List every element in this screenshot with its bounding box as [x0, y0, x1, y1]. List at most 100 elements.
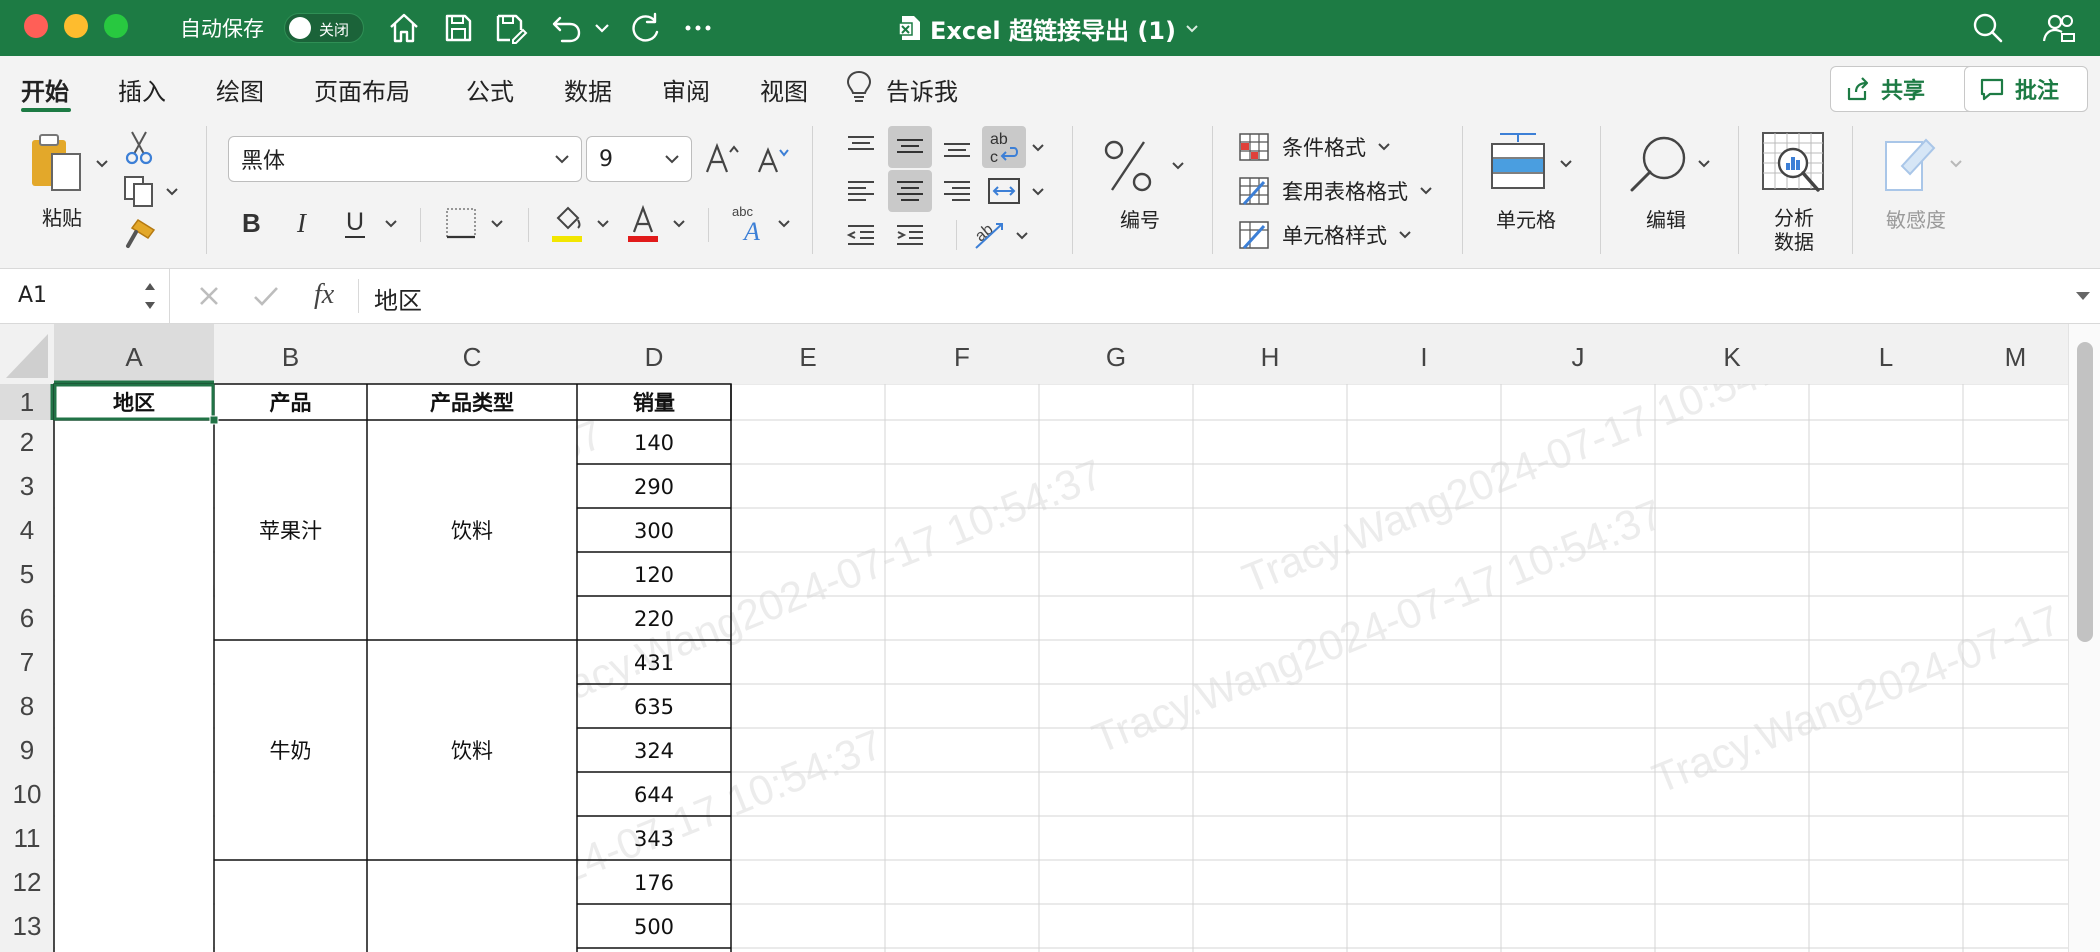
orientation-icon[interactable]: ab: [970, 216, 1010, 252]
cell-styles-button[interactable]: 单元格样式: [1238, 220, 1413, 250]
sales-cell: 324: [634, 739, 674, 763]
document-title[interactable]: Excel 超链接导出 (1): [930, 11, 1176, 46]
copy-icon[interactable]: [122, 174, 156, 208]
editing-dropdown-icon[interactable]: [1696, 156, 1712, 172]
redo-icon[interactable]: [626, 10, 662, 46]
minimize-window-button[interactable]: [64, 14, 88, 38]
sensitivity-icon[interactable]: [1880, 132, 1940, 194]
align-left-icon[interactable]: [844, 176, 878, 206]
worksheet-grid[interactable]: Tracy.Wang2024-07-17 10:54:37 Tracy.Wang2…: [0, 324, 2100, 952]
tab-view[interactable]: 视图: [760, 72, 808, 107]
sensitivity-dropdown-icon[interactable]: [1948, 156, 1964, 172]
more-icon[interactable]: [680, 10, 716, 46]
column-header-b: B: [282, 342, 299, 372]
underline-icon[interactable]: U: [340, 206, 370, 242]
lightbulb-icon[interactable]: [846, 70, 872, 104]
tab-draw[interactable]: 绘图: [216, 72, 264, 107]
copy-dropdown-icon[interactable]: [164, 184, 180, 200]
insert-function-icon[interactable]: fx: [314, 279, 334, 311]
header-row-border: [53, 383, 732, 421]
wrap-text-dropdown-icon[interactable]: [1030, 140, 1046, 156]
sales-cell: 644: [634, 783, 674, 807]
sales-cell: 140: [634, 431, 674, 455]
share-button[interactable]: 共享: [1830, 66, 1982, 112]
zoom-window-button[interactable]: [104, 14, 128, 38]
align-right-icon[interactable]: [940, 176, 974, 206]
title-chevron-icon[interactable]: [1182, 18, 1202, 38]
name-box-stepper-icon[interactable]: [142, 277, 158, 315]
row-header-3: 3: [20, 471, 34, 501]
autosave-toggle[interactable]: 关闭: [284, 13, 364, 43]
tab-data[interactable]: 数据: [564, 72, 612, 107]
fill-color-icon[interactable]: [550, 204, 586, 244]
borders-dropdown-icon[interactable]: [489, 216, 505, 232]
tab-formulas[interactable]: 公式: [466, 72, 514, 107]
number-dropdown-icon[interactable]: [1170, 158, 1186, 174]
align-top-icon[interactable]: [844, 132, 878, 162]
editing-label[interactable]: 编辑: [1646, 204, 1686, 233]
row-header-7: 7: [20, 647, 34, 677]
underline-dropdown-icon[interactable]: [383, 216, 399, 232]
tab-tell-me[interactable]: 告诉我: [886, 72, 958, 107]
confirm-entry-icon[interactable]: [252, 283, 280, 309]
scrollbar-thumb[interactable]: [2077, 342, 2093, 642]
cut-icon[interactable]: [124, 130, 154, 166]
decrease-font-size-icon[interactable]: [756, 142, 792, 176]
font-name-select[interactable]: 黑体: [228, 136, 582, 182]
editing-search-icon[interactable]: [1626, 132, 1690, 196]
merge-dropdown-icon[interactable]: [1030, 184, 1046, 200]
comments-button[interactable]: 批注: [1964, 66, 2088, 112]
tab-page-layout[interactable]: 页面布局: [314, 72, 410, 107]
tab-home[interactable]: 开始: [21, 72, 69, 107]
borders-icon[interactable]: [444, 206, 478, 240]
ribbon-separator: [528, 208, 529, 242]
increase-indent-icon[interactable]: [893, 220, 927, 250]
account-icon[interactable]: [2040, 10, 2076, 46]
analyze-data-label-2[interactable]: 数据: [1774, 226, 1814, 255]
format-painter-icon[interactable]: [124, 216, 158, 250]
paste-dropdown-icon[interactable]: [94, 156, 110, 172]
tab-review[interactable]: 审阅: [662, 72, 710, 107]
paste-icon[interactable]: [26, 132, 88, 194]
close-window-button[interactable]: [24, 14, 48, 38]
save-as-icon[interactable]: [492, 10, 528, 46]
increase-font-size-icon[interactable]: [704, 140, 742, 176]
conditional-format-button[interactable]: 条件格式: [1238, 132, 1392, 162]
phonetic-guide-icon[interactable]: abc A: [730, 202, 772, 242]
font-size-value: 9: [599, 146, 613, 172]
formula-separator: [358, 279, 359, 313]
column-header-bar: [0, 324, 2068, 384]
bold-icon[interactable]: B: [236, 206, 266, 240]
cells-dropdown-icon[interactable]: [1558, 156, 1574, 172]
save-icon[interactable]: [440, 10, 476, 46]
cells-icon[interactable]: [1488, 130, 1548, 192]
home-icon[interactable]: [386, 10, 422, 46]
expand-formula-bar-icon[interactable]: [2072, 285, 2094, 307]
cancel-entry-icon[interactable]: [196, 283, 222, 309]
analyze-data-icon[interactable]: [1760, 130, 1826, 196]
paste-label[interactable]: 粘贴: [42, 202, 82, 231]
chevron-down-icon: [665, 155, 679, 164]
tab-insert[interactable]: 插入: [118, 72, 166, 107]
font-color-dropdown-icon[interactable]: [671, 216, 687, 232]
italic-icon[interactable]: I: [288, 206, 318, 240]
font-size-select[interactable]: 9: [586, 136, 692, 182]
orientation-dropdown-icon[interactable]: [1014, 228, 1030, 244]
sales-cell: 343: [634, 827, 674, 851]
undo-icon[interactable]: [548, 10, 584, 46]
search-icon[interactable]: [1970, 10, 2006, 46]
formula-input[interactable]: 地区: [374, 281, 422, 316]
number-format-icon[interactable]: [1100, 136, 1156, 196]
fill-color-dropdown-icon[interactable]: [595, 216, 611, 232]
phonetic-dropdown-icon[interactable]: [776, 216, 792, 232]
merge-center-icon[interactable]: [986, 174, 1022, 208]
wrap-text-icon: ab c: [990, 131, 1018, 166]
align-bottom-icon[interactable]: [940, 132, 974, 162]
font-color-icon[interactable]: [626, 204, 662, 244]
decrease-indent-icon[interactable]: [844, 220, 878, 250]
number-label[interactable]: 编号: [1120, 204, 1160, 233]
vertical-scrollbar[interactable]: [2068, 324, 2100, 952]
undo-dropdown-icon[interactable]: [590, 10, 614, 46]
cells-label[interactable]: 单元格: [1496, 204, 1556, 233]
format-as-table-button[interactable]: 套用表格格式: [1238, 176, 1434, 206]
